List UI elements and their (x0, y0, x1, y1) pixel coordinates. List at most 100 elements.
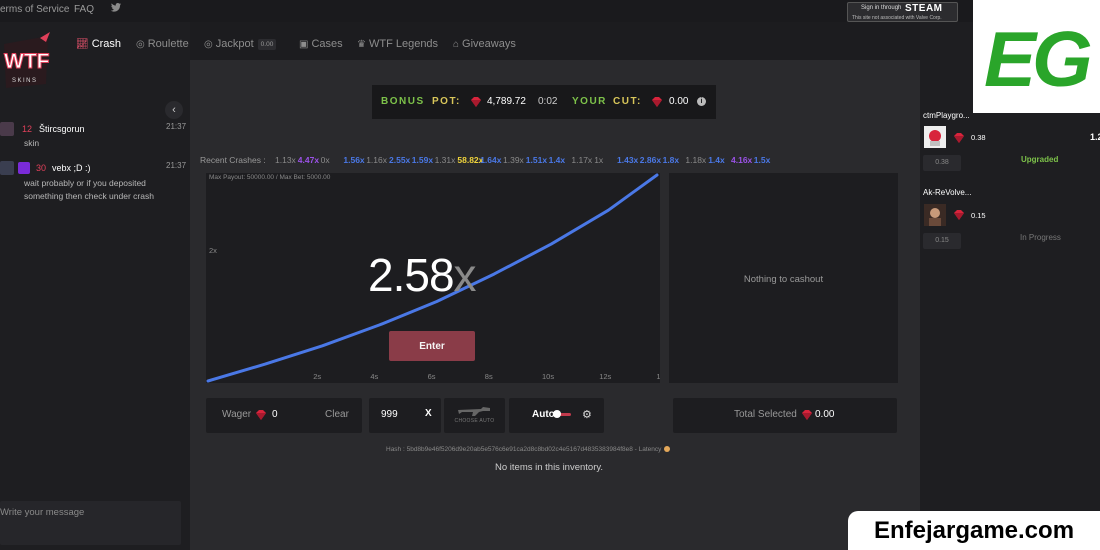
bet-multiplier: 0.15 (923, 233, 961, 249)
avatar[interactable] (0, 161, 14, 175)
nav-roulette[interactable]: ◎ Roulette (136, 38, 189, 50)
total-selected-value: 0.00 (815, 409, 835, 420)
cut-value: 0.00 (669, 96, 689, 107)
avatar[interactable] (924, 126, 946, 148)
x-tick-label: 12s (599, 372, 612, 381)
choose-auto-label: CHOOSE AUTO (454, 418, 495, 424)
choose-auto-content: CHOOSE AUTO (444, 398, 505, 433)
multiplier-x-label: X (425, 408, 432, 419)
nav-wtf-legends[interactable]: ♛ WTF Legends (357, 38, 438, 50)
recent-crash-value: 1.56x (343, 155, 365, 165)
gear-icon[interactable]: ⚙ (582, 408, 592, 421)
pot-label: POT: (432, 96, 461, 107)
recent-crash-value: 1x (594, 155, 604, 165)
chevron-left-icon[interactable]: ‹ (165, 101, 183, 119)
message-time: 21:37 (166, 122, 187, 131)
jackpot-badge: 0.00 (257, 39, 277, 50)
nav-crash-label: Crash (91, 38, 122, 50)
recent-crash-value: 1.39x (503, 155, 524, 165)
ruby-icon (652, 97, 662, 107)
recent-crash-value: 1.17x (571, 155, 593, 165)
avatar[interactable] (0, 122, 14, 136)
choose-auto-button[interactable]: CHOOSE AUTO (444, 398, 505, 433)
recent-crash-value: 1.64x (480, 155, 502, 165)
terms-link[interactable]: erms of Service (0, 4, 69, 15)
ruby-icon (954, 210, 964, 220)
nav-legends-label: WTF Legends (368, 38, 439, 50)
inventory-empty-text: No items in this inventory. (495, 462, 604, 473)
bonus-banner: BONUS POT: 4,789.72 0:02 YOUR CUT: 0.00 (372, 85, 716, 119)
bet-multiplier: 0.38 (923, 155, 961, 171)
recent-crash-value: 1.13x (275, 155, 296, 165)
bonus-label: BONUS (381, 96, 425, 107)
chat-sidebar: WTF SKINS ‹ 12 Štircsgorun 21:37 skin 30… (0, 22, 190, 550)
cashout-panel: Nothing to cashout (669, 173, 898, 383)
ruby-icon (256, 410, 266, 420)
recent-crash-value: 1.59x (411, 155, 434, 165)
ruby-icon (954, 133, 964, 143)
recent-crash-value: 1.5x (753, 155, 771, 165)
bet-amount: 0.38 (971, 133, 986, 142)
recent-crash-value: 1.51x (525, 155, 548, 165)
svg-text:WTF: WTF (4, 50, 50, 73)
total-selected-panel: Total Selected 0.00 (673, 398, 897, 433)
x-tick-label: 6s (427, 372, 436, 381)
steam-sign-in-button[interactable]: Sign in through STEAM This site not asso… (847, 2, 958, 22)
nav-jackpot[interactable]: ◎ Jackpot 0.00 (204, 38, 277, 50)
faq-link[interactable]: FAQ (74, 4, 94, 15)
bet-status: In Progress (1020, 233, 1061, 242)
cut-label: CUT: (613, 96, 642, 107)
current-multiplier: 2.58x (368, 248, 477, 302)
x-tick-label: 2s (313, 372, 322, 381)
recent-crash-value: 1.31x (434, 155, 456, 165)
recent-crash-value: 1.16x (366, 155, 387, 165)
cashout-empty-text: Nothing to cashout (743, 274, 824, 285)
twitter-icon[interactable] (111, 3, 121, 12)
crash-chart: Max Payout: 50000.00 / Max Bet: 5000.00 … (206, 173, 660, 383)
eg-logo-text: EG (984, 15, 1093, 103)
chat-input-box[interactable] (0, 501, 181, 545)
message-time: 21:37 (166, 161, 187, 170)
nav-giveaways-label: Giveaways (462, 38, 516, 50)
x-tick-label: 14s (656, 372, 660, 381)
latency-indicator (664, 446, 671, 452)
round-hash: Hash : 5bd8b9e46f5206d9e20ab5e576c6e91ca… (386, 446, 671, 453)
message-text: skin (24, 138, 40, 148)
x-tick-label: 8s (484, 372, 493, 381)
level-badge-icon (18, 162, 30, 174)
steam-disclaimer: This site not associated with Valve Corp… (852, 15, 942, 21)
nav-giveaways[interactable]: ⌂ Giveaways (453, 38, 516, 50)
recent-crash-value: 4.47x (297, 155, 320, 165)
chat-message-input[interactable] (0, 507, 175, 518)
auto-toggle[interactable] (553, 410, 571, 418)
user-name[interactable]: Štircsgorun (39, 124, 85, 134)
user-name[interactable]: vebx ;D :) (52, 163, 91, 173)
avatar[interactable] (924, 204, 946, 226)
rifle-icon (458, 407, 490, 416)
bet-player-name[interactable]: ctmPlaygro... (923, 111, 970, 120)
user-level: 12 (22, 124, 33, 134)
nav-cases[interactable]: ▣ Cases (299, 38, 343, 50)
clear-button[interactable]: Clear (325, 409, 349, 420)
roulette-icon: ◎ (136, 39, 145, 50)
user-level: 30 (36, 163, 47, 173)
nav-crash[interactable]: 📈︎ Crash (76, 38, 121, 50)
nav-cases-label: Cases (311, 38, 343, 50)
info-icon[interactable]: i (697, 97, 706, 106)
bet-player-name[interactable]: Ak-ReVolve... (923, 188, 971, 197)
multiplier-value: 2.58 (368, 249, 455, 301)
enter-button[interactable]: Enter (389, 331, 475, 361)
recent-crashes-label: Recent Crashes : (200, 155, 266, 165)
nav-jackpot-label: Jackpot (215, 38, 254, 50)
auto-multiplier-control: 999 X (369, 398, 441, 433)
steam-brand-text: STEAM (905, 3, 943, 14)
auto-multiplier-input[interactable]: 999 (381, 409, 398, 420)
multiplier-suffix: x (453, 249, 477, 301)
wager-control: Wager 0 Clear (206, 398, 362, 433)
ruby-icon (471, 97, 481, 107)
wager-input[interactable]: 0 (272, 409, 278, 420)
site-logo[interactable]: WTF SKINS (0, 30, 52, 94)
recent-crash-value: 1.4x (548, 155, 566, 165)
total-selected-label: Total Selected (734, 409, 797, 420)
site-watermark-text: Enfejargame.com (873, 517, 1075, 544)
